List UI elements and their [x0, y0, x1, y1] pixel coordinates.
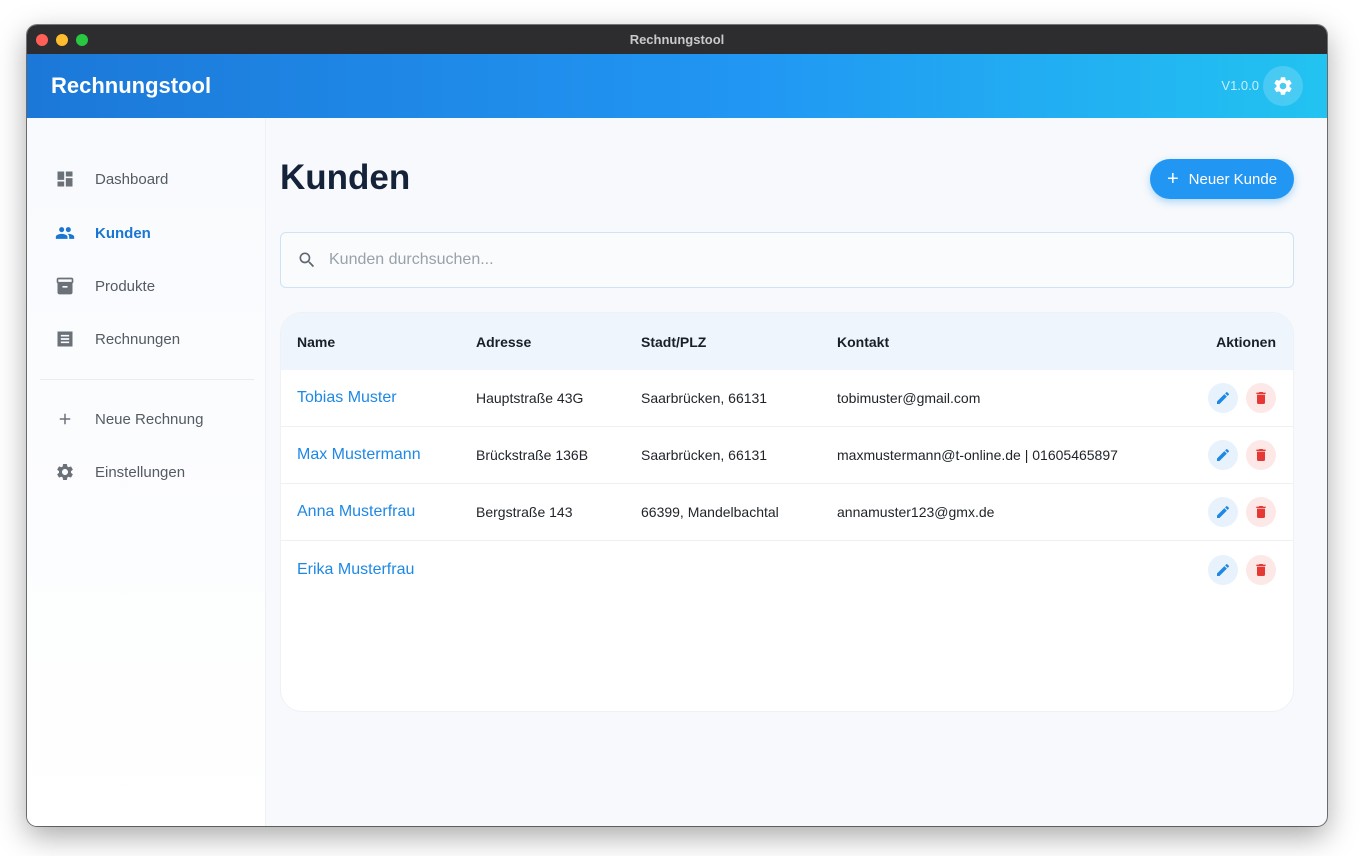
sidebar-item-neue-rechnung[interactable]: Neue Rechnung — [27, 399, 266, 439]
customer-address: Hauptstraße 43G — [476, 390, 584, 406]
table-row: Tobias Muster Hauptstraße 43G Saarbrücke… — [281, 370, 1293, 427]
pencil-icon — [1217, 391, 1230, 404]
customer-name-link[interactable]: Erika Musterfrau — [297, 561, 414, 579]
edit-button[interactable] — [1208, 554, 1238, 585]
customer-name-link[interactable]: Tobias Muster — [297, 389, 397, 407]
edit-button[interactable] — [1208, 497, 1238, 527]
delete-button[interactable] — [1246, 383, 1276, 413]
settings-button[interactable] — [1263, 66, 1303, 106]
sidebar-item-label: Neue Rechnung — [95, 410, 204, 428]
maximize-window-button[interactable] — [76, 34, 88, 46]
customers-table: Name Adresse Stadt/PLZ Kontakt Aktionen … — [280, 312, 1294, 712]
app-title: Rechnungstool — [51, 73, 212, 98]
gear-icon — [55, 462, 75, 482]
sidebar-item-label: Einstellungen — [95, 463, 186, 481]
customer-contact: maxmustermann@t-online.de | 01605465897 — [837, 447, 1118, 463]
edit-button[interactable] — [1208, 383, 1238, 413]
customer-city: Saarbrücken, 66131 — [641, 447, 768, 463]
row-actions — [1208, 497, 1276, 527]
sidebar-item-label: Rechnungen — [95, 330, 181, 348]
plus-icon: + — [1166, 168, 1179, 190]
people-icon — [55, 223, 75, 243]
trash-icon — [1256, 392, 1266, 404]
edit-button[interactable] — [1208, 440, 1238, 470]
window-controls — [36, 34, 88, 46]
sidebar-item-label: Kunden — [95, 224, 151, 242]
delete-button[interactable] — [1246, 440, 1276, 470]
new-customer-label: Neuer Kunde — [1188, 170, 1278, 188]
trash-icon — [1256, 563, 1266, 576]
dashboard-icon — [55, 169, 75, 189]
table-row: Anna Musterfrau Bergstraße 143 66399, Ma… — [281, 484, 1293, 541]
window-title: Rechnungstool — [629, 32, 725, 47]
gear-icon — [1274, 77, 1292, 95]
minimize-window-button[interactable] — [56, 34, 68, 46]
customer-city: Saarbrücken, 66131 — [641, 390, 768, 406]
delete-button[interactable] — [1246, 497, 1276, 527]
customer-contact: annamuster123@gmx.de — [837, 504, 995, 520]
trash-icon — [1256, 506, 1266, 518]
column-header-name: Name — [297, 333, 336, 350]
row-actions — [1208, 440, 1276, 470]
sidebar-item-dashboard[interactable]: Dashboard — [27, 159, 266, 199]
column-header-contact: Kontakt — [837, 333, 890, 350]
app-header: Rechnungstool V1.0.0 — [27, 54, 1327, 118]
customer-address: Bergstraße 143 — [476, 504, 573, 520]
pencil-icon — [1217, 448, 1230, 461]
version-label: V1.0.0 — [1221, 78, 1259, 93]
sidebar-item-kunden[interactable]: Kunden — [27, 213, 266, 253]
customer-name-link[interactable]: Anna Musterfrau — [297, 503, 415, 521]
sidebar-divider — [40, 379, 254, 380]
main-content: Kunden + Neuer Kunde Name Adresse Stadt/… — [280, 118, 1294, 826]
trash-icon — [1256, 449, 1266, 461]
customer-name-link[interactable]: Max Mustermann — [297, 446, 421, 464]
title-bar: Rechnungstool — [27, 25, 1327, 54]
search-input[interactable] — [329, 251, 1229, 269]
archive-icon — [55, 276, 75, 296]
sidebar: Dashboard Kunden Produkte Rechnungen Neu… — [27, 118, 266, 826]
column-header-address: Adresse — [476, 333, 532, 350]
column-header-actions: Aktionen — [1216, 333, 1276, 350]
table-row: Max Mustermann Brückstraße 136B Saarbrüc… — [281, 427, 1293, 484]
table-row: Erika Musterfrau — [281, 541, 1293, 598]
sidebar-item-label: Produkte — [95, 277, 156, 295]
sidebar-item-einstellungen[interactable]: Einstellungen — [27, 452, 266, 492]
pencil-icon — [1217, 505, 1230, 518]
search-icon — [299, 252, 315, 268]
app-window: Rechnungstool Rechnungstool V1.0.0 Dashb… — [27, 25, 1327, 826]
pencil-icon — [1217, 563, 1230, 576]
row-actions — [1208, 383, 1276, 413]
column-header-city: Stadt/PLZ — [641, 333, 707, 350]
row-actions — [1208, 554, 1276, 585]
delete-button[interactable] — [1246, 554, 1276, 585]
new-customer-button[interactable]: + Neuer Kunde — [1150, 159, 1294, 199]
table-header: Name Adresse Stadt/PLZ Kontakt Aktionen — [281, 313, 1293, 370]
sidebar-item-produkte[interactable]: Produkte — [27, 266, 266, 306]
customer-address: Brückstraße 136B — [476, 447, 589, 463]
page-title: Kunden — [280, 158, 411, 197]
sidebar-item-label: Dashboard — [95, 170, 169, 188]
sidebar-item-rechnungen[interactable]: Rechnungen — [27, 319, 266, 359]
customer-contact: tobimuster@gmail.com — [837, 390, 981, 406]
plus-icon — [55, 409, 75, 429]
customer-city: 66399, Mandelbachtal — [641, 504, 779, 520]
search-box — [280, 232, 1294, 288]
receipt-icon — [55, 329, 75, 349]
close-window-button[interactable] — [36, 34, 48, 46]
